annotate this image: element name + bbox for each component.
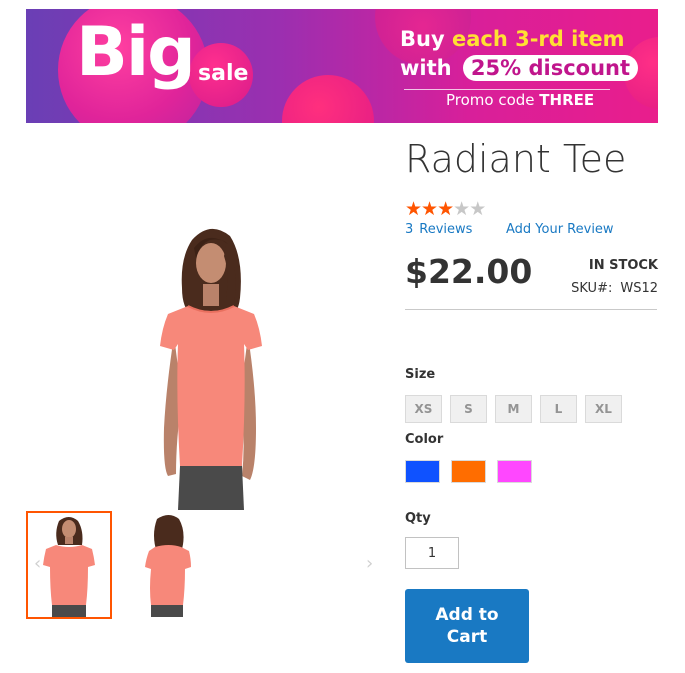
banner-offer-line: Buy each 3-rd item [400,27,624,51]
size-option-s[interactable]: S [450,395,487,423]
thumbnail-back[interactable] [127,511,213,619]
product-price: $22.00 [405,252,533,291]
gallery-prev-arrow[interactable]: ‹ [34,553,41,574]
product-photo-model [160,228,262,510]
sku-value: WS12 [620,281,658,296]
rating-stars: ★★★★★ [405,198,486,220]
color-option-purple[interactable] [497,460,532,483]
star-filled-icon: ★ [421,198,438,220]
product-main-image[interactable] [130,218,290,510]
size-label: Size [405,367,436,382]
star-empty-icon: ★ [469,198,486,220]
star-filled-icon: ★ [405,198,422,220]
product-title: Radiant Tee [405,137,627,181]
size-option-xs[interactable]: XS [405,395,442,423]
promo-code-value: THREE [539,91,595,109]
sku-label: SKU#: [571,281,613,296]
color-label: Color [405,432,444,447]
size-option-m[interactable]: M [495,395,532,423]
size-option-xl[interactable]: XL [585,395,622,423]
product-sku: SKU#: WS12 [571,281,658,296]
reviews-label: Reviews [419,222,473,237]
banner-circle-decoration [282,75,374,123]
info-divider [405,309,657,310]
reviews-link[interactable]: 3 Reviews [405,222,472,237]
add-review-link[interactable]: Add Your Review [506,222,614,237]
banner-big-text: Big [76,13,196,92]
banner-discount-line: with 25% discount [400,55,639,81]
color-option-orange[interactable] [451,460,486,483]
banner-offer-prefix: Buy [400,27,452,51]
color-option-blue[interactable] [405,460,440,483]
add-to-cart-button[interactable]: Add to Cart [405,589,529,663]
color-swatches [405,460,532,483]
banner-divider [404,89,610,90]
banner-offer-highlight: each 3-rd item [451,27,625,51]
qty-label: Qty [405,511,431,526]
banner-promo-code: Promo code THREE [446,91,594,109]
banner-discount-prefix: with [400,56,459,80]
stock-status: In stock [588,258,658,273]
banner-sale-text: sale [198,61,249,86]
star-empty-icon: ★ [453,198,470,220]
banner-discount-pill: 25% discount [462,55,639,81]
gallery-next-arrow[interactable]: › [366,553,373,574]
qty-input[interactable] [405,537,459,569]
thumbnail-back-image [145,515,191,617]
star-filled-icon: ★ [437,198,454,220]
promo-banner[interactable]: Big sale Buy each 3-rd item with 25% dis… [26,9,658,123]
size-option-l[interactable]: L [540,395,577,423]
promo-code-label: Promo code [446,91,540,109]
size-swatches: XS S M L XL [405,395,622,423]
reviews-count: 3 [405,222,414,237]
